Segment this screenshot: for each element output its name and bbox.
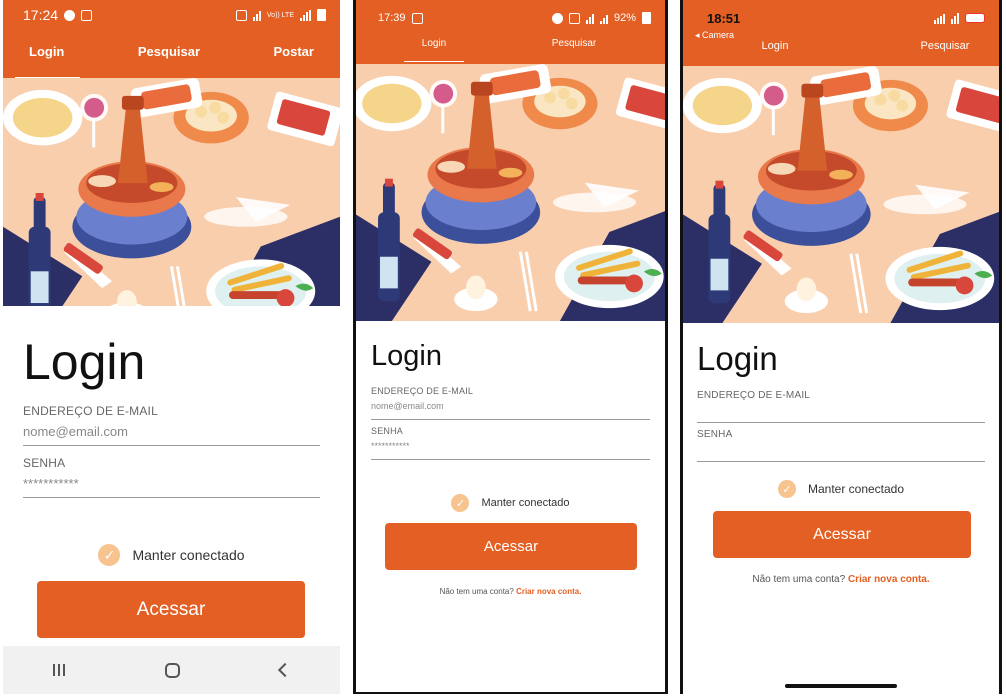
status-time: 18:51	[707, 10, 741, 26]
wifi-icon	[252, 10, 261, 21]
password-label: SENHA	[697, 429, 733, 440]
check-icon[interactable]: ✓	[98, 544, 121, 566]
signal-icon	[599, 13, 608, 24]
signup-link[interactable]: Criar nova conta.	[516, 587, 581, 596]
email-label: ENDEREÇO DE E-MAIL	[23, 404, 158, 418]
signal-icon	[934, 13, 945, 24]
tab-bar: Login Pesquisar	[356, 38, 665, 62]
network-label: Vo)) LTE	[266, 11, 294, 19]
app-header: 17:24 Vo)) LTE Login Pesquisar Postar	[3, 0, 340, 78]
login-form: Login ENDEREÇO DE E-MAIL nome@email.com …	[356, 338, 665, 460]
status-bar: 17:24 Vo)) LTE	[3, 0, 340, 30]
tab-pesquisar[interactable]: Pesquisar	[130, 44, 208, 70]
remember-me[interactable]: ✓ Manter conectado	[683, 480, 999, 498]
tab-login[interactable]: Login	[14, 44, 81, 78]
remember-me[interactable]: ✓ Manter conectado	[3, 544, 340, 566]
food-illustration	[3, 78, 340, 306]
battery-icon	[642, 12, 651, 24]
email-field[interactable]	[697, 401, 985, 423]
mute-icon	[568, 12, 580, 24]
signal-icon	[300, 9, 311, 21]
tab-login[interactable]: Login	[404, 38, 464, 62]
remember-label: Manter conectado	[807, 482, 905, 496]
recents-icon[interactable]	[53, 664, 65, 676]
password-label: SENHA	[23, 456, 66, 470]
battery-icon	[965, 13, 985, 23]
gallery-icon	[81, 9, 93, 21]
email-field[interactable]: nome@email.com	[23, 418, 320, 446]
notification-icon	[411, 12, 423, 24]
home-icon[interactable]	[165, 662, 180, 678]
tab-bar: Login Pesquisar Postar	[3, 44, 340, 78]
mute-icon	[235, 9, 247, 21]
phone-ios: 18:51 ◂ Camera Login Pesquisar Login END…	[680, 0, 1002, 694]
signup-text: Não tem uma conta?	[439, 587, 514, 596]
food-illustration	[356, 64, 665, 321]
email-field[interactable]: nome@email.com	[371, 396, 650, 420]
signup-prompt: Não tem uma conta? Criar nova conta.	[683, 574, 999, 585]
status-bar: 17:39 92%	[356, 0, 665, 36]
check-icon[interactable]: ✓	[777, 480, 796, 498]
wifi-icon	[585, 13, 594, 24]
alarm-icon	[551, 12, 563, 24]
password-field[interactable]	[697, 440, 985, 462]
android-nav-bar	[3, 646, 340, 694]
notification-icon	[64, 9, 76, 21]
phone-android-small: 17:39 92% Login Pesquisar Login ENDEREÇO…	[353, 0, 668, 694]
signup-prompt: Não tem uma conta? Criar nova conta.	[356, 587, 665, 596]
password-field[interactable]: ***********	[371, 436, 650, 460]
tab-login[interactable]: Login	[745, 40, 805, 58]
page-title: Login	[23, 334, 146, 390]
tab-pesquisar[interactable]: Pesquisar	[534, 38, 614, 56]
tab-bar: Login Pesquisar	[683, 40, 999, 58]
status-time: 17:24	[23, 7, 59, 23]
signup-text: Não tem uma conta?	[752, 574, 846, 585]
signup-link[interactable]: Criar nova conta.	[848, 574, 930, 585]
app-header: 18:51 ◂ Camera Login Pesquisar	[683, 0, 999, 66]
login-form: Login ENDEREÇO DE E-MAIL nome@email.com …	[3, 334, 340, 498]
remember-label: Manter conectado	[481, 497, 570, 509]
page-title: Login	[371, 340, 442, 372]
check-icon[interactable]: ✓	[451, 494, 470, 512]
app-header: 17:39 92% Login Pesquisar	[356, 0, 665, 64]
tab-pesquisar[interactable]: Pesquisar	[905, 40, 985, 58]
login-button[interactable]: Acessar	[713, 511, 971, 558]
login-button[interactable]: Acessar	[37, 581, 305, 638]
battery-level: 92%	[613, 12, 636, 24]
remember-me[interactable]: ✓ Manter conectado	[356, 494, 665, 512]
tab-postar[interactable]: Postar	[266, 44, 322, 70]
wifi-icon	[951, 12, 959, 24]
back-icon[interactable]	[277, 662, 293, 678]
password-label: SENHA	[371, 426, 404, 436]
password-field[interactable]: ***********	[23, 470, 320, 498]
login-button[interactable]: Acessar	[385, 523, 637, 570]
email-label: ENDEREÇO DE E-MAIL	[697, 390, 811, 401]
login-form: Login ENDEREÇO DE E-MAIL SENHA	[683, 340, 999, 462]
home-indicator[interactable]	[785, 684, 897, 688]
email-label: ENDEREÇO DE E-MAIL	[371, 386, 474, 396]
phone-android-samsung: 17:24 Vo)) LTE Login Pesquisar Postar Lo…	[3, 0, 340, 694]
battery-icon	[317, 9, 326, 21]
food-illustration	[683, 66, 999, 323]
remember-label: Manter conectado	[132, 547, 245, 563]
page-title: Login	[697, 340, 778, 377]
status-time: 17:39	[378, 12, 406, 24]
